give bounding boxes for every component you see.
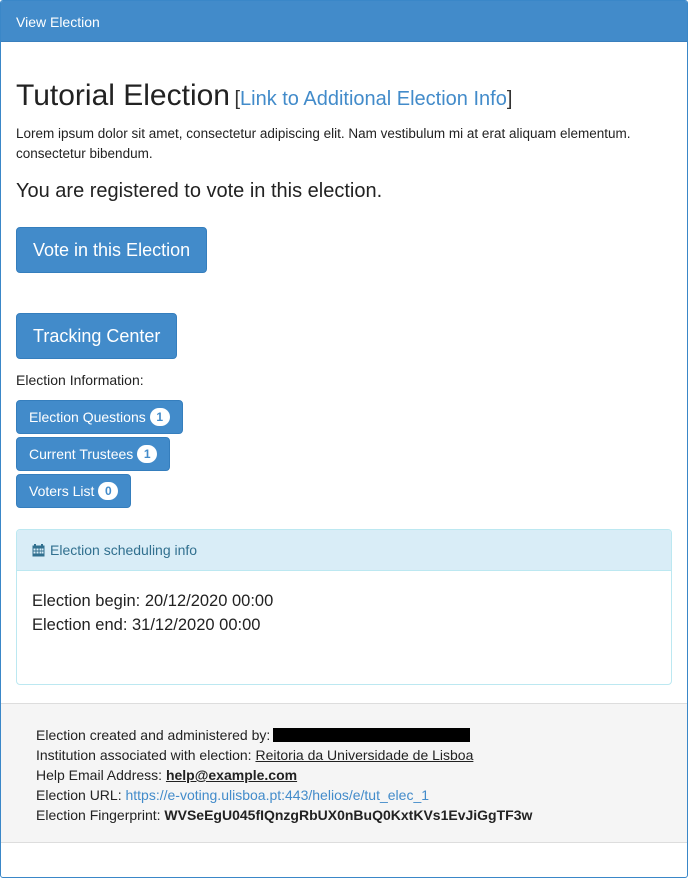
footer-created-row: Election created and administered by: [36,725,652,745]
fingerprint-value: WVSeEgU045fIQnzgRbUX0nBuQ0KxtKVs1EvJiGgT… [164,807,533,823]
institution-link[interactable]: Reitoria da Universidade de Lisboa [255,747,473,763]
footer-institution-row: Institution associated with election: Re… [36,745,652,765]
view-election-panel: View Election Tutorial Election [Link to… [0,0,688,878]
election-questions-label: Election Questions [29,409,146,425]
institution-label: Institution associated with election: [36,747,252,763]
election-questions-count: 1 [149,408,170,426]
footer-url-row: Election URL: https://e-voting.ulisboa.p… [36,785,652,805]
help-email-label: Help Email Address: [36,767,163,783]
voters-list-count: 0 [98,482,119,500]
election-description: Lorem ipsum dolor sit amet, consectetur … [16,126,631,161]
panel-heading: View Election [1,1,687,42]
vote-button[interactable]: Vote in this Election [16,227,208,273]
scheduling-heading-label: Election scheduling info [50,542,198,558]
created-label: Election created and administered by: [36,727,271,743]
election-questions-button[interactable]: Election Questions 1 [16,400,183,434]
title-row: Tutorial Election [Link to Additional El… [16,78,672,119]
footer-fingerprint-row: Election Fingerprint: WVSeEgU045fIQnzgRb… [36,805,652,825]
election-info-label: Election Information: [16,372,144,388]
help-email-link[interactable]: help@example.com [166,767,297,783]
panel-body: Tutorial Election [Link to Additional El… [1,78,687,685]
election-footer: Election created and administered by: In… [1,703,687,843]
panel-title: View Election [16,14,100,30]
tracking-center-button[interactable]: Tracking Center [16,313,178,359]
fingerprint-label: Election Fingerprint: [36,807,161,823]
additional-info-link[interactable]: Link to Additional Election Info [240,88,507,110]
additional-info: [Link to Additional Election Info] [234,88,512,110]
scheduling-body: Election begin: 20/12/2020 00:00 Electio… [17,571,671,655]
footer-help-row: Help Email Address: help@example.com [36,765,652,785]
election-title: Tutorial Election [16,79,230,112]
election-end: Election end: 31/12/2020 00:00 [32,616,261,634]
current-trustees-label: Current Trustees [29,446,134,462]
scheduling-panel: Election scheduling info Election begin:… [16,529,672,685]
current-trustees-button[interactable]: Current Trustees 1 [16,437,171,471]
bracket-close: ] [506,88,513,110]
voters-list-button[interactable]: Voters List 0 [16,474,132,508]
redacted-admin-name [273,728,471,742]
election-info-buttons: Election Questions 1 Current Trustees 1 … [16,400,672,508]
scheduling-heading: Election scheduling info [17,530,671,571]
election-url-label: Election URL: [36,787,122,803]
registration-status: You are registered to vote in this elect… [16,180,383,202]
voters-list-label: Voters List [29,483,95,499]
election-begin: Election begin: 20/12/2020 00:00 [32,592,274,610]
current-trustees-count: 1 [137,445,158,463]
election-url-link[interactable]: https://e-voting.ulisboa.pt:443/helios/e… [125,787,429,803]
calendar-icon [32,543,45,556]
